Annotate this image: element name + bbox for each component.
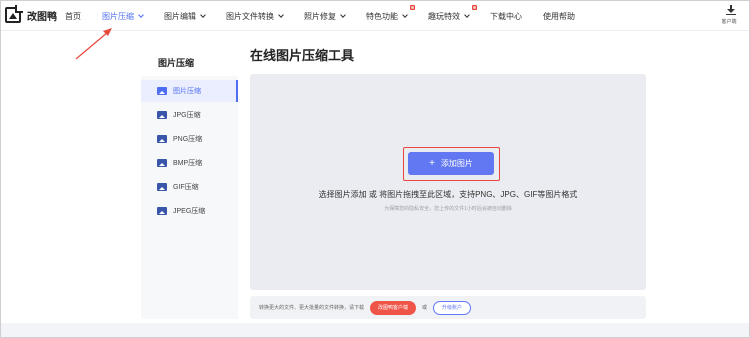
chevron-down-icon bbox=[138, 12, 144, 18]
chevron-down-icon bbox=[278, 12, 284, 18]
upload-dropzone[interactable]: + 添加图片 选择图片添加 或 将图片拖拽至此区域，支持PNG、JPG、GIF等… bbox=[250, 74, 646, 290]
or-text: 或 bbox=[422, 305, 428, 311]
hot-badge-icon bbox=[410, 4, 415, 10]
app-name: 改图鸭 bbox=[27, 11, 57, 23]
download-client-button[interactable]: 改图鸭客户端 bbox=[370, 300, 417, 315]
add-image-label: 添加图片 bbox=[440, 159, 473, 168]
nav-item-home[interactable]: 首页 bbox=[65, 11, 81, 22]
nav-item-image-compress[interactable]: 图片压缩 bbox=[102, 11, 144, 22]
main-nav: 首页 图片压缩 图片编辑 图片文件转换 照片修复 特色功能 趣玩特效 下载中心 … bbox=[65, 1, 596, 31]
sidebar-item-image-compress[interactable]: 图片压缩 bbox=[141, 80, 238, 102]
page-footer-background bbox=[1, 323, 749, 337]
chevron-down-icon bbox=[402, 12, 408, 18]
nav-item-image-edit[interactable]: 图片编辑 bbox=[164, 11, 206, 22]
upload-hint: 选择图片添加 或 将图片拖拽至此区域，支持PNG、JPG、GIF等图片格式 bbox=[318, 190, 578, 199]
annotation-arrow-icon bbox=[75, 28, 112, 60]
image-icon bbox=[157, 159, 167, 167]
sidebar-item-bmp-compress[interactable]: BMP压缩 bbox=[141, 152, 238, 174]
download-icon bbox=[726, 5, 736, 15]
chevron-down-icon bbox=[200, 12, 206, 18]
promo-text: 转换更大的文件、更大批量的文件转换，请下载 bbox=[259, 305, 365, 311]
image-icon bbox=[157, 183, 167, 191]
nav-item-photo-repair[interactable]: 照片修复 bbox=[304, 11, 346, 22]
add-image-highlight: + 添加图片 bbox=[403, 147, 500, 181]
add-image-button[interactable]: + 添加图片 bbox=[408, 152, 494, 175]
sidebar-item-jpg-compress[interactable]: JPG压缩 bbox=[141, 104, 238, 126]
nav-item-featured[interactable]: 特色功能 bbox=[366, 4, 415, 22]
client-download-label: 客户端 bbox=[721, 19, 737, 25]
nav-item-help[interactable]: 使用帮助 bbox=[543, 11, 575, 22]
sidebar: 图片压缩 JPG压缩 PNG压缩 BMP压缩 GIF压缩 JPEG压缩 bbox=[141, 76, 238, 319]
chevron-down-icon bbox=[340, 12, 346, 18]
nav-item-file-convert[interactable]: 图片文件转换 bbox=[226, 11, 284, 22]
sidebar-title: 图片压缩 bbox=[158, 58, 195, 68]
plus-icon: + bbox=[429, 157, 435, 169]
client-download-button[interactable]: 客户端 bbox=[721, 5, 741, 25]
privacy-note: 为保障您的隐私安全，您上传的文件1小时后会被自动删除 bbox=[384, 206, 512, 212]
image-icon bbox=[157, 87, 167, 95]
logo-icon bbox=[5, 5, 23, 23]
sidebar-item-png-compress[interactable]: PNG压缩 bbox=[141, 128, 238, 150]
image-icon bbox=[157, 135, 167, 143]
sidebar-item-jpeg-compress[interactable]: JPEG压缩 bbox=[141, 200, 238, 222]
image-icon bbox=[157, 111, 167, 119]
page-title: 在线图片压缩工具 bbox=[250, 48, 355, 63]
logo[interactable]: 改图鸭 bbox=[5, 5, 57, 23]
sidebar-item-gif-compress[interactable]: GIF压缩 bbox=[141, 176, 238, 198]
upgrade-account-button[interactable]: 升级账户 bbox=[433, 300, 472, 315]
nav-item-fun-effects[interactable]: 趣玩特效 bbox=[428, 4, 477, 22]
image-icon bbox=[157, 207, 167, 215]
hot-badge-icon bbox=[472, 4, 477, 10]
nav-item-download-center[interactable]: 下载中心 bbox=[490, 11, 522, 22]
chevron-down-icon bbox=[464, 12, 470, 18]
bottom-promo-bar: 转换更大的文件、更大批量的文件转换，请下载 改图鸭客户端 或 升级账户 bbox=[250, 296, 646, 319]
